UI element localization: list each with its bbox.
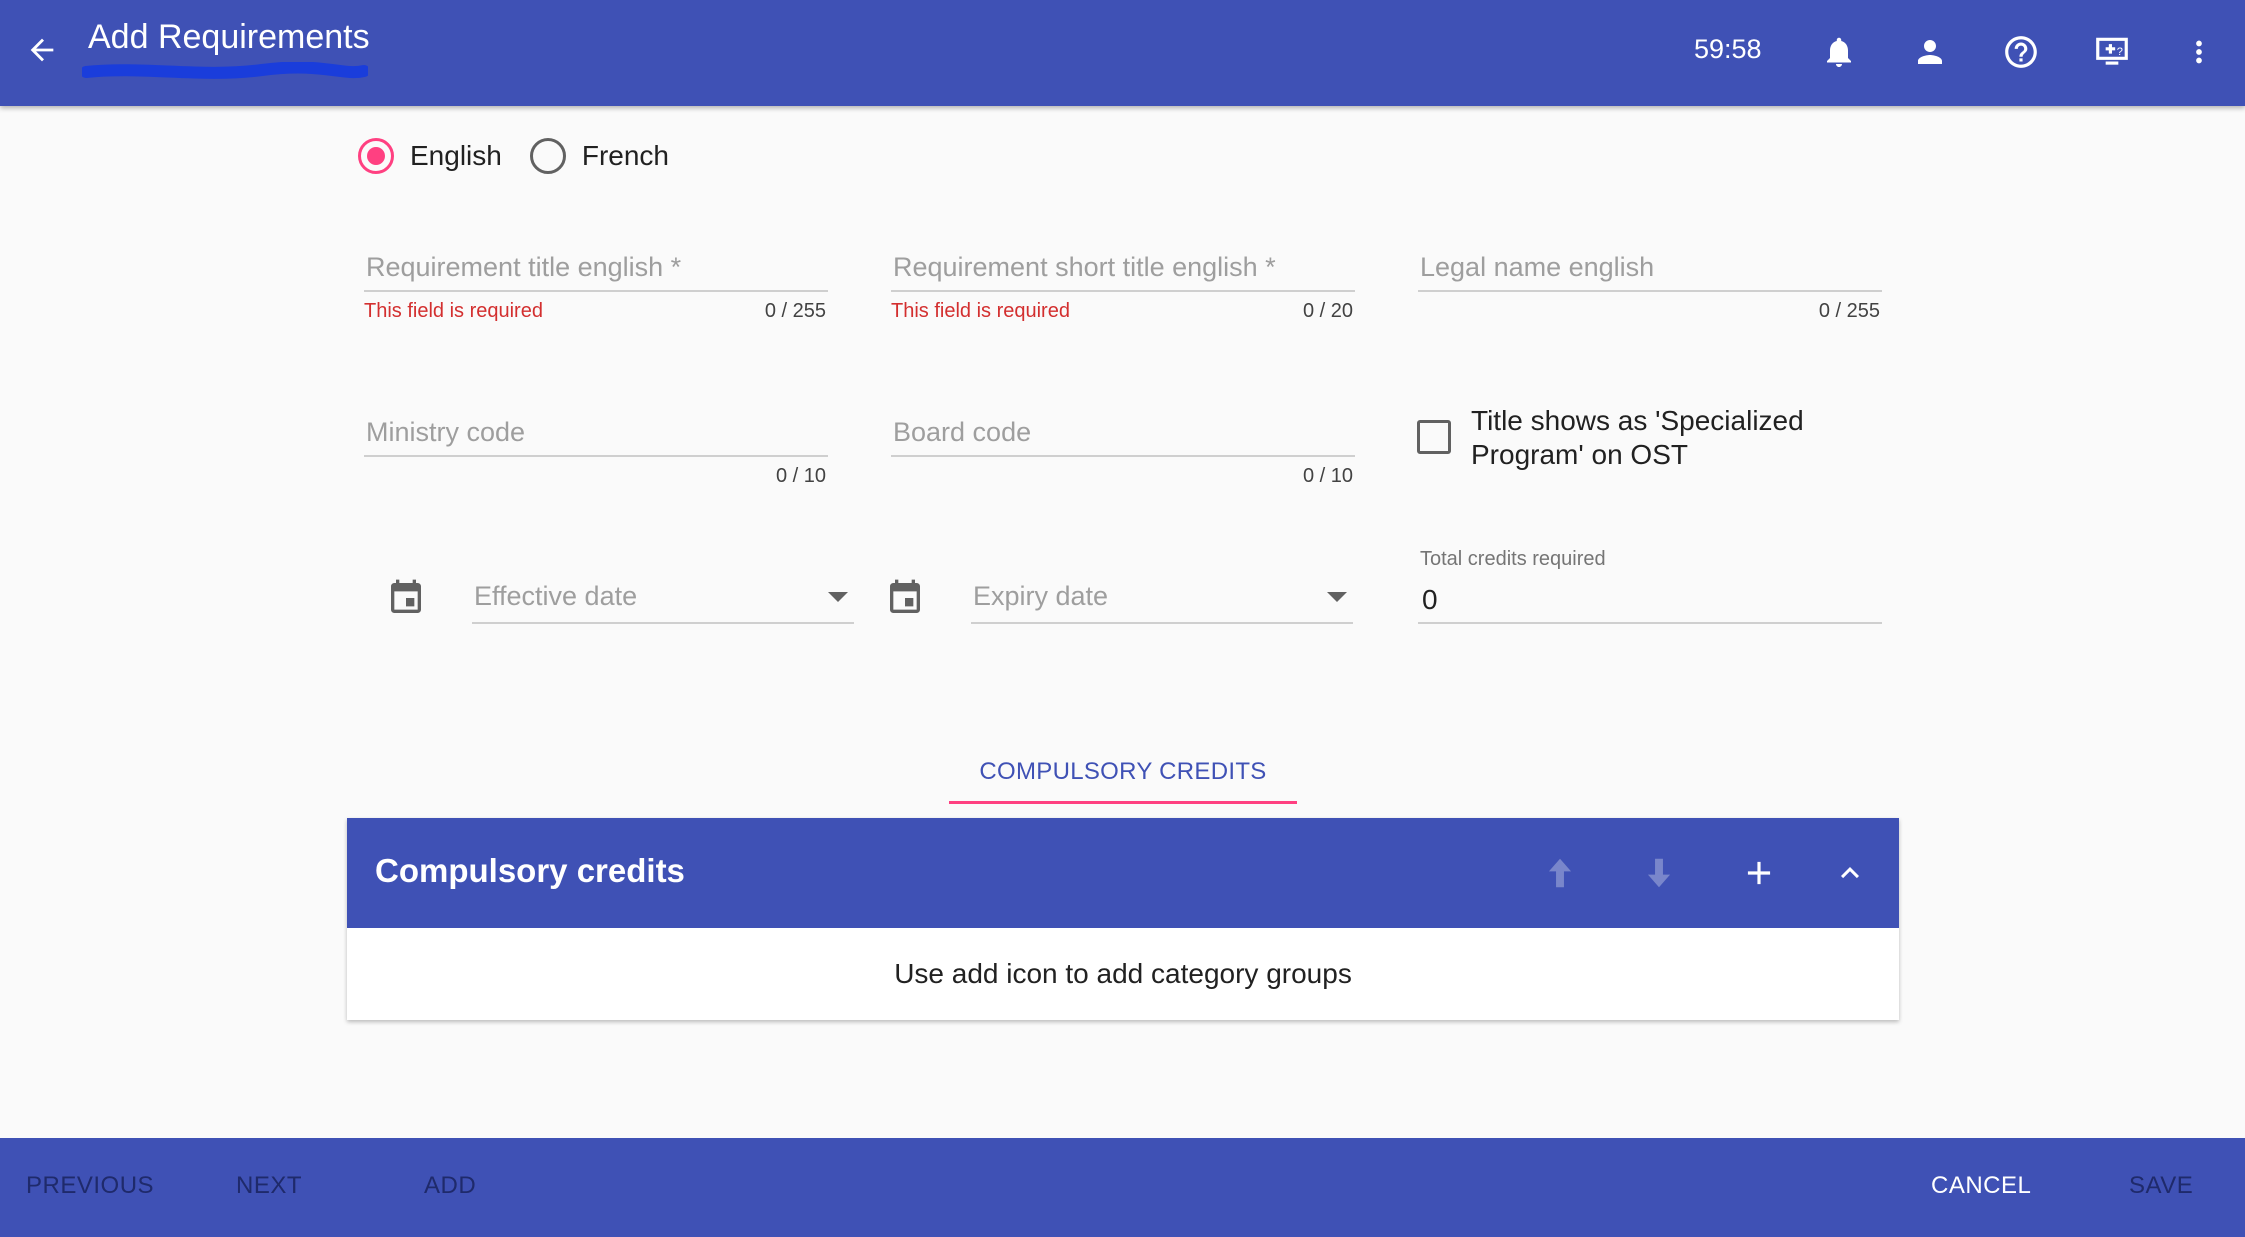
calendar-icon: [890, 579, 920, 613]
short-title-error: This field is required: [891, 300, 1070, 322]
panel-title: Compulsory credits: [375, 852, 685, 889]
add-button[interactable]: ADD: [424, 1172, 476, 1200]
app-bar: Add Requirements 59:58 ?: [0, 0, 2245, 106]
total-credits-value: 0: [1422, 584, 1438, 615]
requirement-title-error: This field is required: [364, 300, 543, 322]
expiry-date-placeholder: Expiry date: [973, 581, 1109, 611]
calendar-icon: [391, 579, 421, 613]
effective-date-placeholder: Effective date: [474, 581, 638, 611]
ministry-code-field[interactable]: Ministry code 0 / 10: [364, 413, 828, 493]
radio-french-label: French: [581, 140, 669, 171]
panel-header: Compulsory credits: [347, 818, 1899, 928]
remote-desktop-icon: ?: [2096, 37, 2128, 65]
requirement-title-counter: 0 / 255: [764, 300, 826, 322]
cancel-button[interactable]: CANCEL: [1931, 1172, 2031, 1200]
more-menu-button[interactable]: [2177, 26, 2221, 78]
effective-date-underline: [472, 622, 854, 624]
legal-name-field[interactable]: Legal name english 0 / 255: [1418, 248, 1882, 328]
title-underline-scribble: [82, 62, 368, 79]
bell-icon: [1827, 37, 1851, 67]
requirement-title-placeholder: Requirement title english *: [366, 252, 682, 282]
svg-text:?: ?: [2117, 46, 2123, 58]
short-title-underline: [891, 290, 1355, 292]
help-button[interactable]: [1995, 26, 2047, 78]
requirement-title-underline: [364, 290, 828, 292]
radio-unchecked-icon: [529, 138, 566, 174]
move-down-button[interactable]: [1634, 848, 1684, 898]
add-category-button[interactable]: [1734, 848, 1784, 898]
account-button[interactable]: [1904, 26, 1956, 78]
help-icon: [2005, 36, 2037, 68]
compulsory-credits-panel: Compulsory credits Use add icon to add c…: [347, 818, 1899, 1020]
dropdown-arrow-icon: [1327, 592, 1347, 602]
ministry-code-placeholder: Ministry code: [366, 417, 526, 447]
arrow-down-icon: [1647, 858, 1671, 888]
board-code-counter: 0 / 10: [1302, 465, 1353, 487]
dropdown-arrow-icon: [828, 592, 848, 602]
panel-empty-message: Use add icon to add category groups: [894, 958, 1352, 989]
tab-compulsory-credits-label: COMPULSORY CREDITS: [979, 758, 1267, 785]
more-vert-icon: [2196, 40, 2202, 64]
specialized-program-checkbox[interactable]: Title shows as 'Specialized Program' on …: [1417, 404, 1851, 472]
board-code-underline: [891, 455, 1355, 457]
save-button[interactable]: SAVE: [2129, 1172, 2193, 1200]
specialized-program-label: Title shows as 'Specialized Program' on …: [1471, 405, 1804, 470]
expiry-date-select[interactable]: Expiry date: [971, 576, 1353, 626]
radio-english[interactable]: English: [358, 138, 502, 174]
tab-active-indicator: [949, 801, 1297, 804]
collapse-panel-button[interactable]: [1825, 848, 1875, 898]
radio-checked-icon: [358, 138, 394, 174]
total-credits-underline: [1418, 622, 1882, 624]
radio-english-label: English: [410, 140, 502, 171]
page-title: Add Requirements: [88, 18, 370, 56]
back-button[interactable]: [18, 26, 66, 74]
expiry-date-calendar-button[interactable]: [883, 576, 927, 620]
add-icon: [1747, 861, 1771, 885]
board-code-field[interactable]: Board code 0 / 10: [891, 413, 1355, 493]
previous-button[interactable]: PREVIOUS: [26, 1172, 154, 1200]
session-timer: 59:58: [1694, 34, 1762, 64]
effective-date-calendar-button[interactable]: [384, 576, 428, 620]
next-button[interactable]: NEXT: [236, 1172, 302, 1200]
short-title-field[interactable]: Requirement short title english * This f…: [891, 248, 1355, 328]
radio-french[interactable]: French: [529, 138, 669, 174]
ministry-code-underline: [364, 455, 828, 457]
requirement-title-field[interactable]: Requirement title english * This field i…: [364, 248, 828, 328]
remote-support-button[interactable]: ?: [2086, 26, 2138, 78]
tab-compulsory-credits[interactable]: COMPULSORY CREDITS: [949, 740, 1297, 804]
person-icon: [1918, 40, 1942, 64]
expiry-date-underline: [971, 622, 1353, 624]
move-up-button[interactable]: [1535, 848, 1585, 898]
short-title-placeholder: Requirement short title english *: [893, 252, 1276, 282]
board-code-placeholder: Board code: [893, 417, 1032, 447]
language-radio-group: English French: [358, 138, 697, 174]
total-credits-label: Total credits required: [1420, 548, 1606, 570]
checkbox-unchecked-icon: [1417, 420, 1451, 454]
ministry-code-counter: 0 / 10: [775, 465, 826, 487]
short-title-counter: 0 / 20: [1302, 300, 1353, 322]
legal-name-placeholder: Legal name english: [1420, 252, 1655, 282]
collapse-icon: [1841, 867, 1859, 879]
bottom-action-bar: [0, 1138, 2245, 1237]
legal-name-underline: [1418, 290, 1882, 292]
effective-date-select[interactable]: Effective date: [472, 576, 854, 626]
notifications-button[interactable]: [1813, 26, 1865, 78]
arrow-up-icon: [1548, 858, 1572, 888]
legal-name-counter: 0 / 255: [1818, 300, 1880, 322]
total-credits-field[interactable]: Total credits required 0: [1418, 546, 1882, 626]
arrow-back-icon: [30, 38, 54, 62]
